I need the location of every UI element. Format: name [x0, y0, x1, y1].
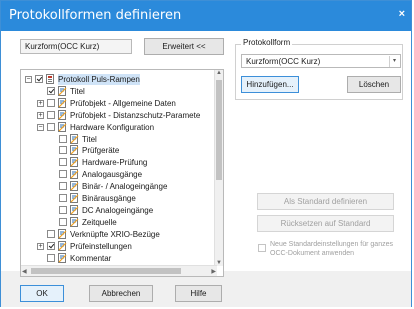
tree-item-checkbox[interactable]	[59, 158, 67, 167]
title-bar[interactable]: Protokollformen definieren ×	[1, 1, 411, 31]
tree-item-label: Prüfobjekt - Allgemeine Daten	[70, 98, 176, 108]
tree-item-checkbox[interactable]	[47, 98, 55, 107]
tree-item-label: Prüfeinstellungen	[70, 241, 132, 251]
tree-item-label: DC Analogeingänge	[82, 205, 154, 215]
tree-row[interactable]: − Protokoll Puls-Rampen	[21, 74, 215, 85]
dialog-window: Protokollformen definieren × Kurzform(OC…	[0, 0, 412, 307]
tree-item-checkbox[interactable]	[47, 229, 55, 238]
tree-item-checkbox[interactable]	[47, 253, 55, 262]
expand-button[interactable]: Erweitert <<	[144, 38, 224, 55]
tree-row[interactable]: Binär- / Analogeingänge	[21, 181, 215, 192]
tree-row[interactable]: Titel	[21, 85, 215, 97]
reset-default-button[interactable]: Rücksetzen auf Standard	[257, 215, 394, 232]
tree-item-checkbox[interactable]	[47, 241, 55, 250]
tree-row[interactable]: − Hardware Konfiguration	[21, 121, 215, 133]
tree-horizontal-scrollbar[interactable]: ◀ ▶	[21, 265, 217, 276]
close-icon[interactable]: ×	[399, 8, 405, 20]
tree-vertical-scrollbar[interactable]: ▲ ▼	[214, 70, 223, 266]
tree-row[interactable]: Binärausgänge	[21, 193, 215, 204]
tree-item-label: Hardware Konfiguration	[70, 122, 155, 132]
tree-item-label: Prüfgeräte	[82, 146, 120, 156]
doc-icon	[70, 193, 79, 203]
tree-item-label: Hardware-Prüfung	[82, 158, 148, 168]
tree-row[interactable]: Analogausgänge	[21, 169, 215, 180]
tree-item-label: Protokoll Puls-Rampen	[58, 74, 140, 85]
protocol-doc-icon	[46, 74, 54, 84]
tree-item-checkbox[interactable]	[59, 182, 67, 191]
tree-item-label: Kommentar	[70, 253, 112, 263]
tree-item-checkbox[interactable]	[47, 110, 55, 119]
apply-to-document-label: Neue Standardeinstellungen für ganzes OC…	[270, 241, 393, 257]
tree-row[interactable]: + Prüfobjekt - Allgemeine Daten	[21, 97, 215, 109]
expand-icon[interactable]: +	[37, 242, 44, 250]
expand-icon[interactable]: +	[37, 111, 44, 119]
doc-icon	[70, 145, 79, 156]
help-button[interactable]: Hilfe	[175, 285, 222, 302]
tree-item-label: Titel	[82, 134, 97, 144]
tree-item-checkbox[interactable]	[35, 75, 43, 83]
tree-row[interactable]: + Prüfobjekt - Distanzschutz-Paramete	[21, 109, 215, 121]
scroll-right-icon[interactable]: ▶	[211, 268, 216, 275]
doc-icon	[70, 181, 79, 192]
tree-row[interactable]: + Prüfeinstellungen	[21, 240, 215, 252]
collapse-icon[interactable]: −	[25, 76, 32, 83]
tree-item-label: Titel	[70, 86, 85, 96]
profile-name-field[interactable]: Kurzform(OCC Kurz)	[20, 39, 132, 54]
collapse-icon[interactable]: −	[37, 123, 44, 131]
add-button[interactable]: Hinzufügen...	[241, 76, 299, 93]
tree-item-checkbox[interactable]	[59, 146, 67, 155]
tree-item-checkbox[interactable]	[47, 86, 55, 95]
tree-row[interactable]: Prüfgeräte	[21, 145, 215, 156]
report-section-tree[interactable]: − Protokoll Puls-Rampen Titel + Prüfobjekt -…	[20, 69, 224, 277]
tree-item-label: Prüfobjekt - Distanzschutz-Paramete	[70, 110, 201, 120]
protocol-form-group-label: Protokollform	[241, 38, 293, 47]
doc-icon	[70, 169, 79, 180]
tree-item-checkbox[interactable]	[59, 134, 67, 143]
tree-item-checkbox[interactable]	[59, 217, 67, 226]
expand-icon[interactable]: +	[37, 99, 44, 107]
tree-item-checkbox[interactable]	[59, 194, 67, 202]
tree-row[interactable]: Titel	[21, 133, 215, 145]
doc-icon	[58, 228, 67, 239]
tree-item-label: Zeitquelle	[82, 217, 117, 227]
tree-item-label: Verknüpfte XRIO-Bezüge	[70, 229, 160, 239]
tree-item-label: Analogausgänge	[82, 170, 143, 180]
doc-icon	[70, 157, 79, 168]
doc-icon	[58, 97, 67, 108]
tree-horizontal-thumb[interactable]	[31, 268, 181, 274]
cancel-button[interactable]: Abbrechen	[89, 285, 153, 302]
tree-item-checkbox[interactable]	[47, 122, 55, 131]
tree-item-checkbox[interactable]	[59, 170, 67, 179]
tree-item-label: Binärausgänge	[82, 194, 136, 203]
doc-icon	[58, 121, 67, 132]
doc-icon	[70, 216, 79, 227]
tree-row[interactable]: Kommentar	[21, 252, 215, 264]
protocol-form-combo-value: Kurzform(OCC Kurz)	[246, 57, 321, 66]
chevron-down-icon[interactable]: ▾	[389, 56, 399, 67]
tree-item-checkbox[interactable]	[59, 205, 67, 214]
ok-button[interactable]: OK	[20, 285, 64, 302]
tree-row[interactable]: DC Analogeingänge	[21, 204, 215, 216]
doc-icon	[58, 85, 67, 96]
doc-icon	[58, 252, 67, 263]
apply-to-document-checkbox[interactable]	[258, 244, 266, 252]
set-default-button[interactable]: Als Standard definieren	[257, 193, 394, 210]
scroll-up-icon[interactable]: ▲	[216, 70, 222, 76]
protocol-form-combo[interactable]: Kurzform(OCC Kurz) ▾	[241, 54, 401, 68]
tree-row[interactable]: Verknüpfte XRIO-Bezüge	[21, 228, 215, 240]
tree-item-label: Binär- / Analogeingänge	[82, 182, 168, 192]
doc-icon	[58, 240, 67, 251]
doc-icon	[70, 204, 79, 215]
doc-icon	[58, 109, 67, 120]
delete-button[interactable]: Löschen	[347, 76, 401, 93]
tree-row[interactable]: Zeitquelle	[21, 216, 215, 228]
scroll-left-icon[interactable]: ◀	[22, 268, 27, 275]
tree-row[interactable]: Hardware-Prüfung	[21, 157, 215, 168]
tree-vertical-thumb[interactable]	[216, 80, 222, 180]
dialog-title: Protokollformen definieren	[9, 8, 182, 23]
doc-icon	[70, 133, 79, 144]
